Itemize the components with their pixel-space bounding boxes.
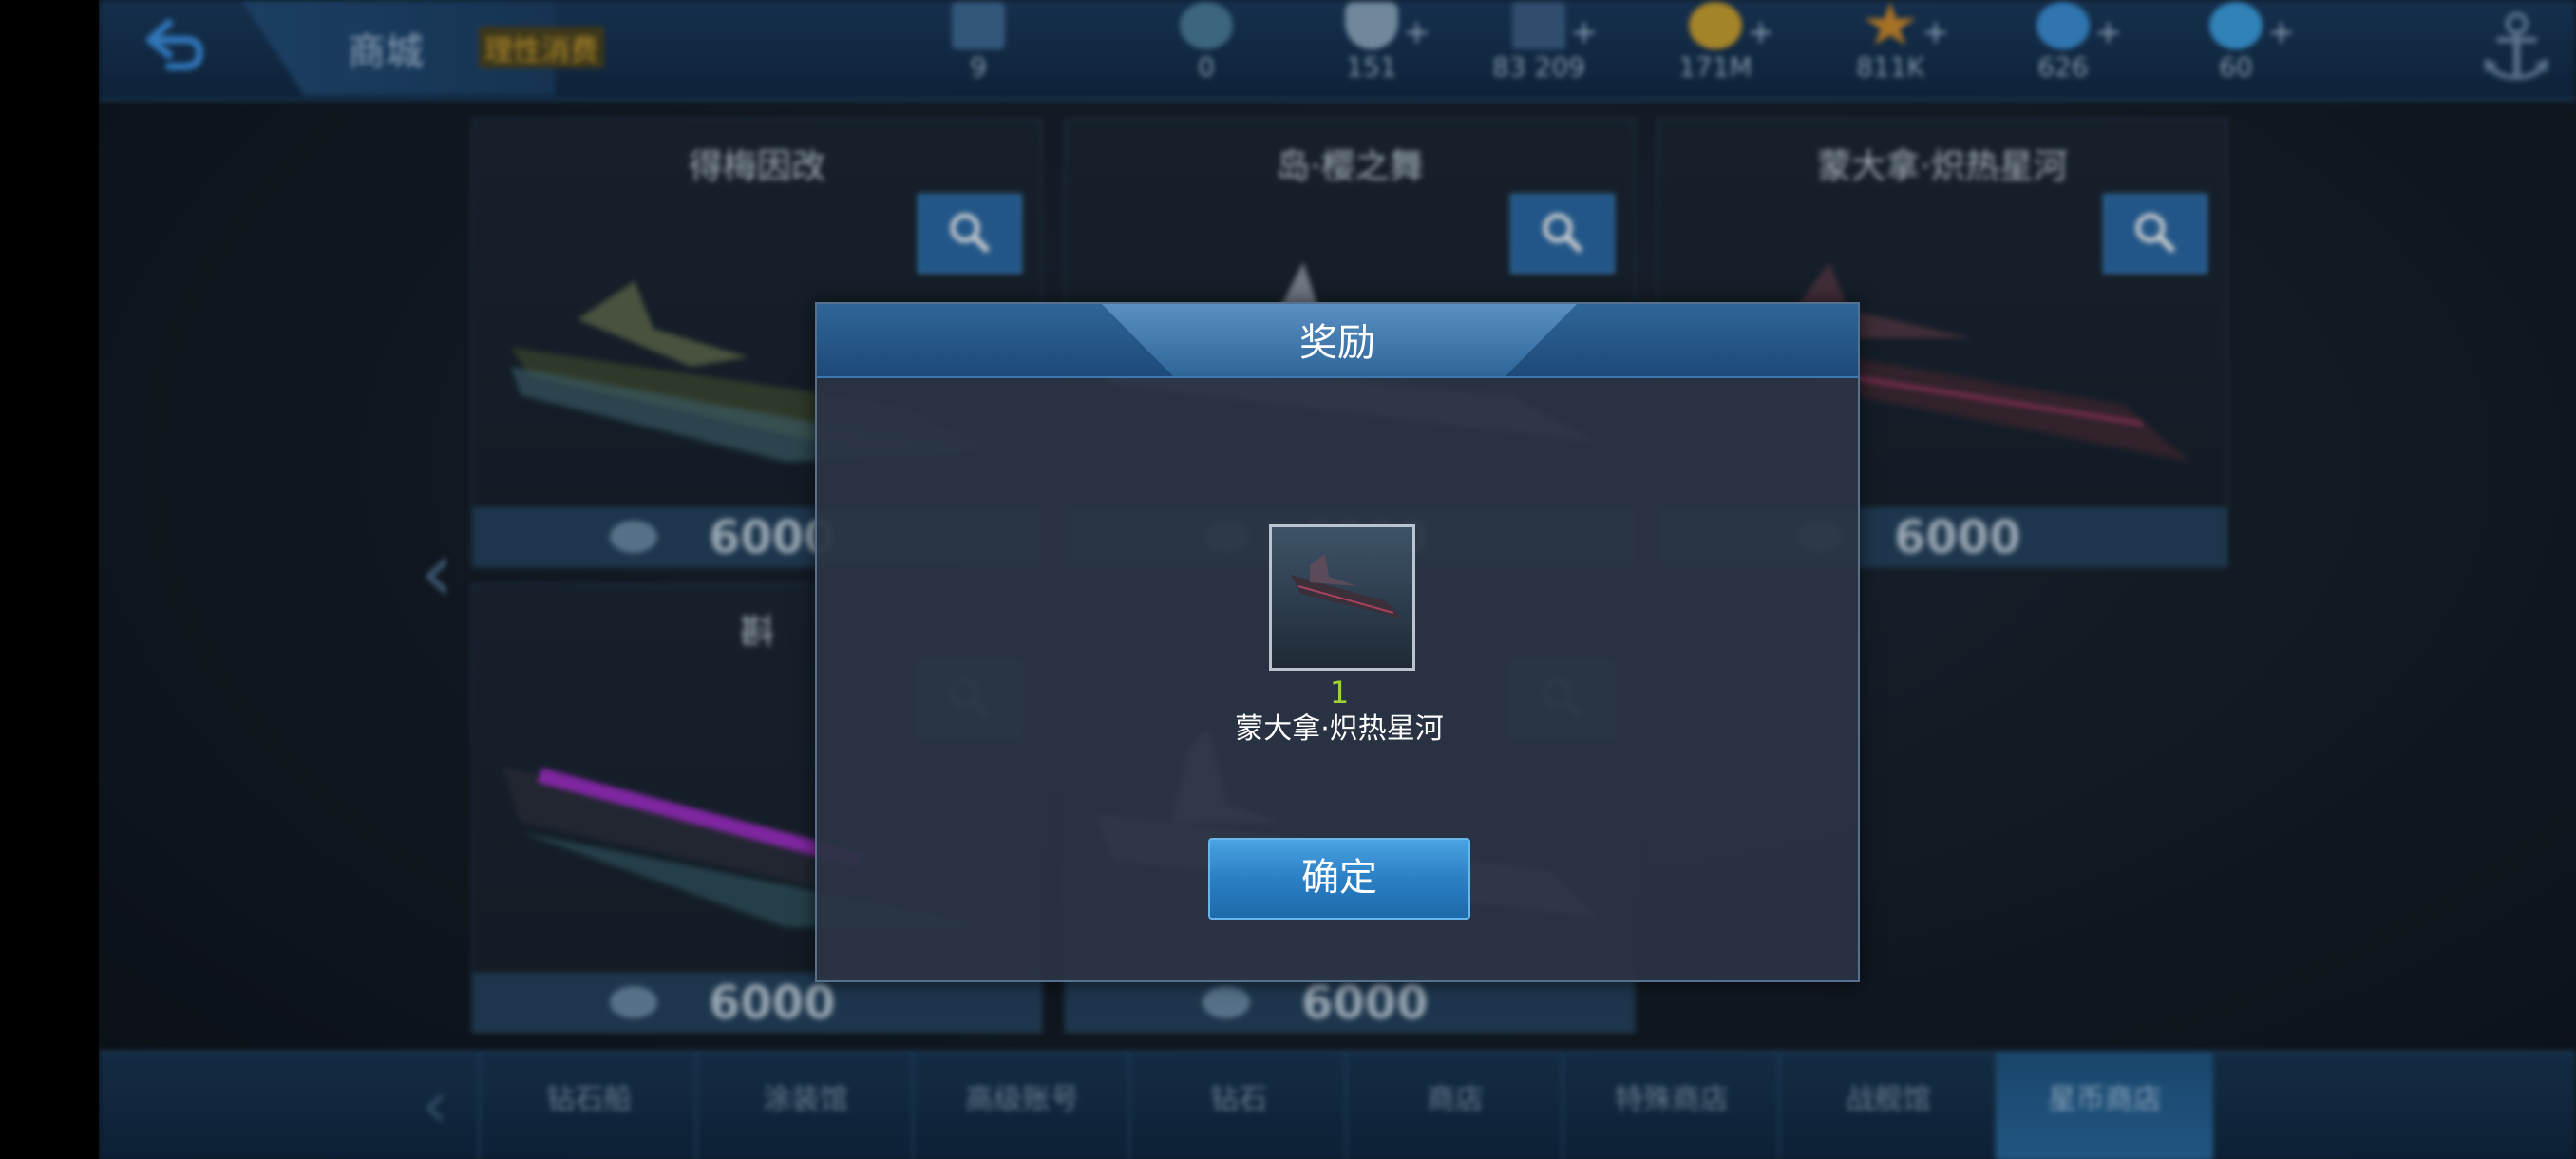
confirm-button[interactable]: 确定 — [1208, 838, 1470, 920]
reward-name: 蒙大拿·炽热星河 — [1235, 712, 1444, 746]
reward-dialog: 奖励 1 蒙大拿·炽热星河 确定 — [815, 302, 1860, 982]
reward-item-slot[interactable] — [1269, 524, 1415, 671]
reward-ship-image — [1291, 554, 1403, 618]
dialog-header: 奖励 — [817, 304, 1858, 378]
dialog-title: 奖励 — [1299, 321, 1375, 365]
reward-count: 1 — [1329, 674, 1350, 711]
